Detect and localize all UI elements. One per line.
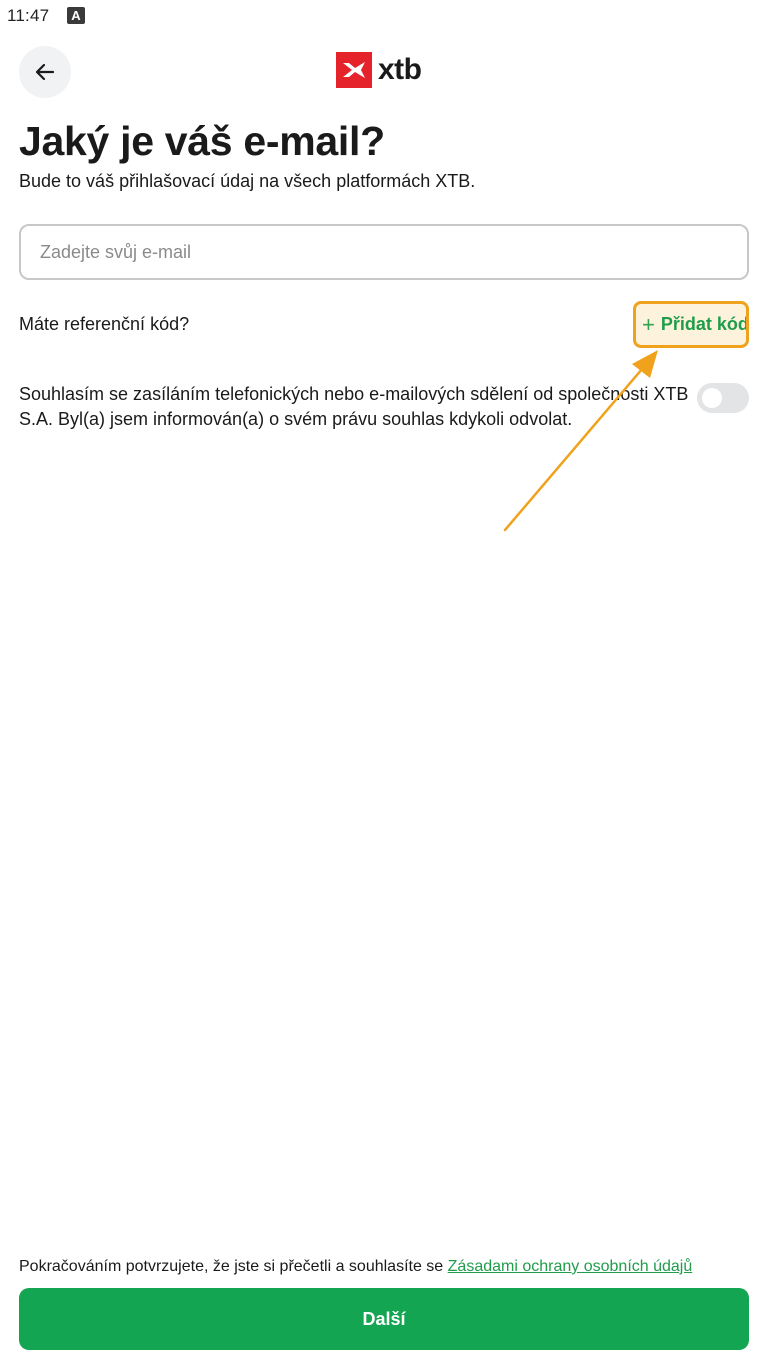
back-button[interactable] xyxy=(19,46,71,98)
xtb-logo: xtb xyxy=(336,52,422,88)
add-referral-code-label: Přidat kód xyxy=(660,314,749,334)
privacy-note: Pokračováním potvrzujete, že jste si pře… xyxy=(19,1257,692,1277)
marketing-consent-toggle[interactable] xyxy=(697,383,749,413)
toggle-knob xyxy=(702,388,722,408)
status-indicator-icon: A xyxy=(67,7,85,24)
xtb-logo-mark-icon xyxy=(336,52,372,88)
next-button[interactable]: Další xyxy=(19,1288,749,1350)
privacy-note-text: Pokračováním potvrzujete, že jste si pře… xyxy=(19,1258,448,1275)
email-field[interactable] xyxy=(19,224,749,280)
arrow-left-icon xyxy=(35,63,55,81)
email-registration-screen: 11:47 A xtb Jaký je váš e-mail? Bude to … xyxy=(0,0,768,1370)
annotation-arrow-icon xyxy=(503,350,658,532)
plus-icon: + xyxy=(642,311,655,337)
page-title: Jaký je váš e-mail? xyxy=(19,118,385,164)
status-time: 11:47 xyxy=(7,6,50,25)
referral-question: Máte referenční kód? xyxy=(19,314,190,334)
xtb-logo-text: xtb xyxy=(378,53,422,86)
add-referral-code-button[interactable]: + Přidat kód xyxy=(633,301,749,348)
page-subtitle: Bude to váš přihlašovací údaj na všech p… xyxy=(19,171,476,191)
marketing-consent-text: Souhlasím se zasíláním telefonických neb… xyxy=(19,384,689,429)
privacy-policy-link[interactable]: Zásadami ochrany osobních údajů xyxy=(448,1258,693,1275)
